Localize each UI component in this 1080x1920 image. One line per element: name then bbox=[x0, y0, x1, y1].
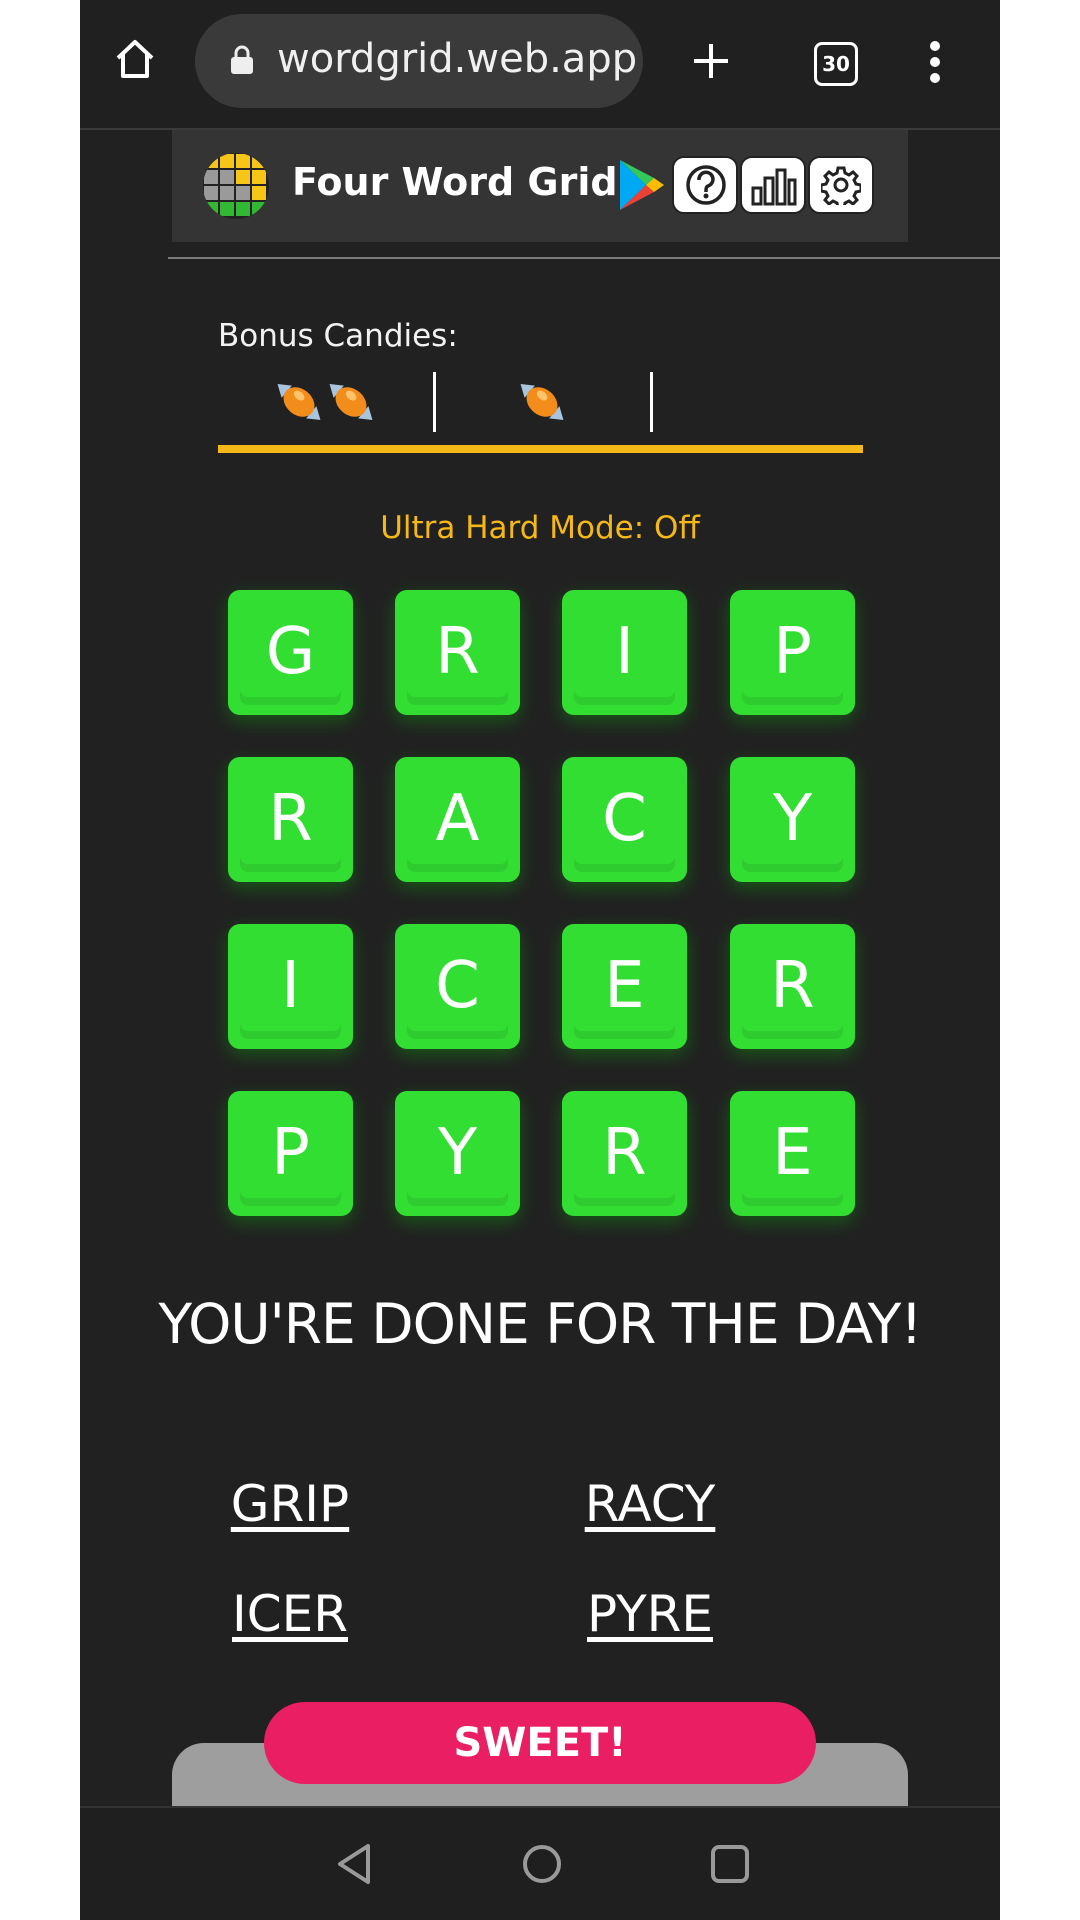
back-triangle-icon[interactable] bbox=[334, 1842, 374, 1891]
system-nav-bar bbox=[80, 1806, 1000, 1920]
letter-tile[interactable]: A bbox=[395, 757, 520, 882]
candy-slot-divider bbox=[433, 372, 436, 432]
stats-button[interactable] bbox=[740, 156, 806, 214]
candy-slot-divider bbox=[650, 372, 653, 432]
letter-tile[interactable]: I bbox=[228, 924, 353, 1049]
candy-icon bbox=[321, 372, 381, 437]
bonus-progress-bar bbox=[218, 445, 863, 453]
recents-square-icon[interactable] bbox=[708, 1842, 752, 1891]
ultra-hard-mode-label[interactable]: Ultra Hard Mode: Off bbox=[80, 510, 1000, 546]
letter-tile[interactable]: G bbox=[228, 590, 353, 715]
tile-letter: C bbox=[435, 949, 480, 1023]
help-button[interactable] bbox=[672, 156, 738, 214]
tile-letter: E bbox=[604, 949, 645, 1023]
tile-letter: R bbox=[268, 782, 313, 856]
tile-letter: P bbox=[773, 615, 812, 689]
tile-letter: P bbox=[271, 1116, 310, 1190]
word-link[interactable]: GRIP bbox=[140, 1475, 440, 1533]
header-divider bbox=[168, 257, 1000, 259]
question-icon bbox=[684, 163, 728, 212]
letter-tile[interactable]: C bbox=[395, 924, 520, 1049]
settings-button[interactable] bbox=[808, 156, 874, 214]
app-title: Four Word Grid bbox=[292, 160, 618, 204]
bonus-candies-label: Bonus Candies: bbox=[218, 318, 458, 354]
tile-letter: I bbox=[615, 615, 634, 689]
word-link[interactable]: ICER bbox=[140, 1585, 440, 1643]
done-message: YOU'RE DONE FOR THE DAY! bbox=[158, 1292, 923, 1356]
app-header: Four Word Grid bbox=[172, 130, 908, 242]
candy-icon bbox=[269, 372, 329, 437]
kebab-menu-icon[interactable] bbox=[928, 40, 942, 89]
letter-tile[interactable]: Y bbox=[395, 1091, 520, 1216]
word-link[interactable]: RACY bbox=[500, 1475, 800, 1533]
phone-screen: wordgrid.web.app 30 Four Word Grid Bonus… bbox=[80, 0, 1000, 1920]
home-circle-icon[interactable] bbox=[520, 1842, 564, 1891]
candy-icon bbox=[512, 372, 572, 437]
letter-tile[interactable]: I bbox=[562, 590, 687, 715]
letter-tile[interactable]: C bbox=[562, 757, 687, 882]
sweet-button[interactable]: SWEET! bbox=[264, 1702, 816, 1784]
tile-letter: Y bbox=[437, 1116, 478, 1190]
tile-letter: I bbox=[281, 949, 300, 1023]
lock-icon bbox=[229, 44, 255, 81]
tile-letter: R bbox=[602, 1116, 647, 1190]
word-link[interactable]: PYRE bbox=[500, 1585, 800, 1643]
letter-tile[interactable]: R bbox=[562, 1091, 687, 1216]
url-text: wordgrid.web.app bbox=[277, 36, 638, 82]
tile-letter: Y bbox=[772, 782, 813, 856]
tab-switcher-button[interactable]: 30 bbox=[814, 42, 858, 86]
letter-tile[interactable]: R bbox=[730, 924, 855, 1049]
tile-letter: A bbox=[435, 782, 480, 856]
gear-icon bbox=[819, 165, 863, 210]
home-icon[interactable] bbox=[112, 36, 158, 87]
letter-tile[interactable]: P bbox=[228, 1091, 353, 1216]
letter-tile[interactable]: Y bbox=[730, 757, 855, 882]
plus-icon[interactable] bbox=[690, 40, 732, 87]
letter-tile[interactable]: E bbox=[562, 924, 687, 1049]
tile-letter: E bbox=[772, 1116, 813, 1190]
letter-tile[interactable]: R bbox=[395, 590, 520, 715]
letter-tile[interactable]: R bbox=[228, 757, 353, 882]
address-bar[interactable]: wordgrid.web.app bbox=[195, 14, 643, 108]
google-play-icon[interactable] bbox=[616, 158, 666, 217]
bar-chart-icon bbox=[751, 166, 797, 211]
tile-letter: C bbox=[602, 782, 647, 856]
grid-logo-icon bbox=[202, 152, 270, 225]
browser-toolbar: wordgrid.web.app 30 bbox=[80, 0, 1000, 130]
tile-letter: R bbox=[770, 949, 815, 1023]
tile-letter: R bbox=[435, 615, 480, 689]
tile-letter: G bbox=[265, 615, 316, 689]
letter-tile[interactable]: P bbox=[730, 590, 855, 715]
letter-tile[interactable]: E bbox=[730, 1091, 855, 1216]
